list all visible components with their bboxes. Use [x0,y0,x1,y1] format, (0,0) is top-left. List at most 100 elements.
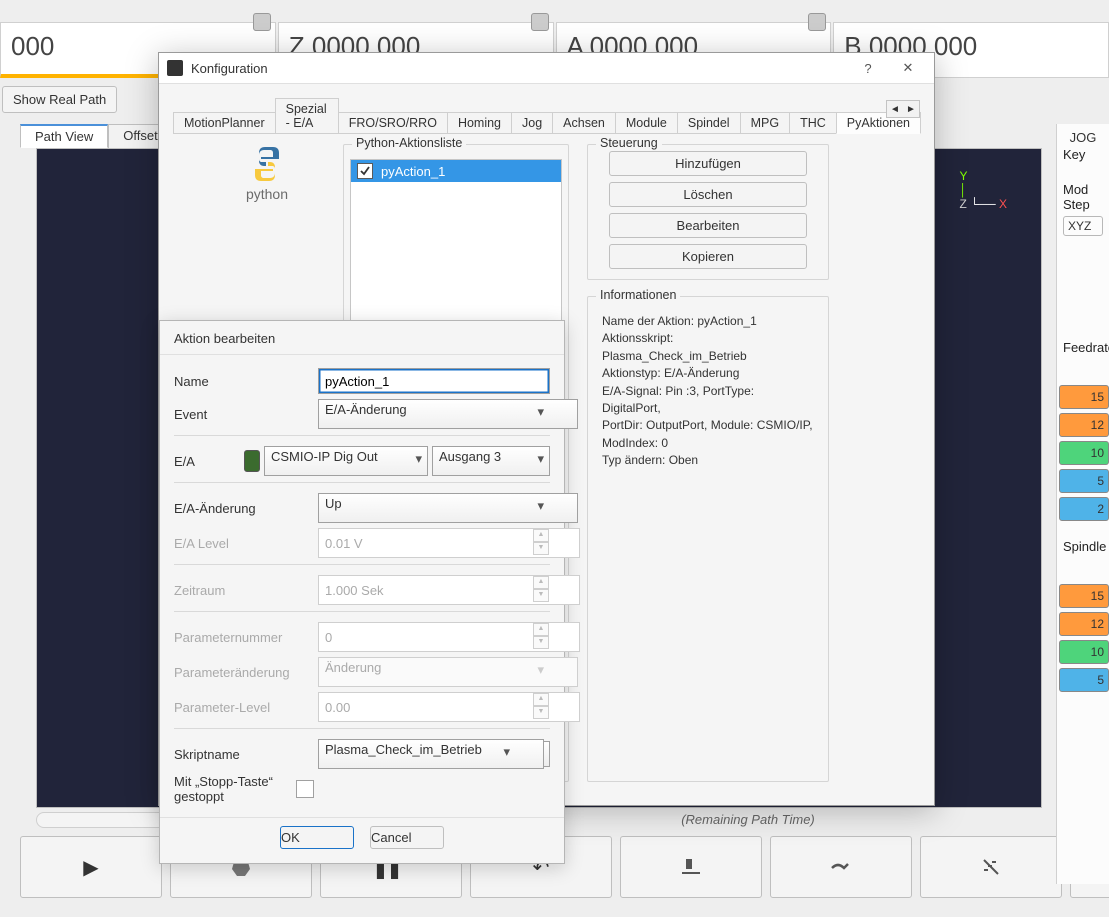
tab-thc[interactable]: THC [789,112,837,133]
chevron-left-icon[interactable]: ◄ [887,101,903,117]
ea-output-select[interactable]: Ausgang 3 [432,446,550,476]
tab-spindel[interactable]: Spindel [677,112,741,133]
chevron-right-icon[interactable]: ► [903,101,919,117]
tab-homing[interactable]: Homing [447,112,512,133]
pchg-select: Änderung [318,657,578,687]
close-button[interactable]: ✕ [888,53,928,83]
dro-knob-icon[interactable] [808,13,826,31]
edit-button[interactable]: Bearbeiten [609,213,807,238]
tab-fro-sro-rro[interactable]: FRO/SRO/RRO [338,112,448,133]
python-logo-icon: python [243,144,291,202]
spindle-chip[interactable]: 5 [1059,668,1109,692]
play-button[interactable]: ▶ [20,836,162,898]
tool-button-2[interactable] [770,836,912,898]
edit-dialog-title: Aktion bearbeiten [160,321,564,355]
plvl-field: ▲▼ [318,692,550,722]
tab-mpg[interactable]: MPG [740,112,790,133]
add-button[interactable]: Hinzufügen [609,151,807,176]
help-button[interactable]: ? [848,53,888,83]
edit-action-dialog: Aktion bearbeiten Name Event E/A-Änderun… [159,320,565,864]
jog-step-label: Step [1063,197,1109,212]
spin-down-icon: ▼ [533,542,549,555]
io-led-icon [244,450,260,472]
config-dialog: Konfiguration ? ✕ MotionPlanner Spezial … [158,52,935,806]
path-tabs: Path View Offsets [20,124,179,148]
spin-down-icon: ▼ [533,706,549,719]
spin-up-icon: ▲ [533,623,549,636]
stop-checkbox[interactable] [296,780,314,798]
feedrate-chip[interactable]: 15 [1059,385,1109,409]
jog-key-checkbox[interactable]: Key [1063,147,1109,162]
feedrate-chip[interactable]: 5 [1059,469,1109,493]
stop-label: Mit „Stopp-Taste“ gestoppt [174,774,288,804]
spin-down-icon: ▼ [533,589,549,602]
checkbox[interactable] [357,163,373,179]
ok-button[interactable]: OK [280,826,354,849]
info-group: Informationen Name der Aktion: pyAction_… [587,296,829,782]
jog-mode-label: Mod [1063,182,1109,197]
feedrate-chips: 15 12 10 5 2 [1057,381,1109,527]
dialog-titlebar[interactable]: Konfiguration ? ✕ [159,53,934,84]
list-item[interactable]: pyAction_1 [351,160,561,182]
tab-achsen[interactable]: Achsen [552,112,616,133]
ealevel-label: E/A Level [174,536,310,551]
spin-up-icon: ▲ [533,576,549,589]
delete-button[interactable]: Löschen [609,182,807,207]
jog-xyz-select[interactable]: XYZ [1063,216,1103,236]
name-input[interactable] [318,368,550,394]
tool-button-1[interactable] [620,836,762,898]
info-label: Informationen [596,288,680,302]
control-group: Steuerung Hinzufügen Löschen Bearbeiten … [587,144,829,280]
event-select[interactable]: E/A-Änderung [318,399,578,429]
axis-indicator-icon: Y│ Z └── X [959,169,1007,211]
feedrate-chip[interactable]: 10 [1059,441,1109,465]
action-list-label: Python-Aktionsliste [352,136,466,150]
script-label: Skriptname [174,747,310,762]
pchg-label: Parameteränderung [174,665,310,680]
eachange-select[interactable]: Up [318,493,578,523]
pnum-field: ▲▼ [318,622,550,652]
pnum-label: Parameternummer [174,630,310,645]
tab-module[interactable]: Module [615,112,678,133]
tab-motionplanner[interactable]: MotionPlanner [173,112,276,133]
copy-button[interactable]: Kopieren [609,244,807,269]
spin-down-icon: ▼ [533,636,549,649]
dro-knob-icon[interactable] [531,13,549,31]
show-real-path-button[interactable]: Show Real Path [2,86,117,113]
tab-path-view[interactable]: Path View [20,124,108,148]
control-label: Steuerung [596,136,662,150]
ea-label: E/A [174,454,236,469]
spindle-chip[interactable]: 15 [1059,584,1109,608]
plvl-label: Parameter-Level [174,700,310,715]
tab-jog[interactable]: Jog [511,112,553,133]
period-field: ▲▼ [318,575,550,605]
ea-device-select[interactable]: CSMIO-IP Dig Out [264,446,428,476]
tab-scroll[interactable]: ◄► [886,100,920,118]
eachange-label: E/A-Änderung [174,501,310,516]
tab-spezial-ea[interactable]: Spezial - E/A [275,98,339,133]
jog-panel: JOG Key Mod Step XYZ Feedrate 15 12 10 5… [1056,124,1109,884]
feedrate-chip[interactable]: 2 [1059,497,1109,521]
name-label: Name [174,374,310,389]
spindle-heading: Spindle [1063,539,1109,554]
spindle-chip[interactable]: 12 [1059,612,1109,636]
spin-up-icon: ▲ [533,529,549,542]
feedrate-heading: Feedrate [1063,340,1109,355]
tool-button-3[interactable] [920,836,1062,898]
ealevel-field: ▲▼ [318,528,550,558]
dro-knob-icon[interactable] [253,13,271,31]
event-label: Event [174,407,310,422]
info-body: Name der Aktion: pyAction_1 Aktionsskrip… [588,297,828,486]
spindle-chip[interactable]: 10 [1059,640,1109,664]
dialog-tabbar: MotionPlanner Spezial - E/A FRO/SRO/RRO … [173,98,920,134]
spindle-chips: 15 12 10 5 [1057,580,1109,698]
period-label: Zeitraum [174,583,310,598]
app-icon [167,60,183,76]
list-item-label: pyAction_1 [381,164,445,179]
spin-up-icon: ▲ [533,693,549,706]
script-select[interactable]: Plasma_Check_im_Betrieb [318,739,544,769]
cancel-button[interactable]: Cancel [370,826,444,849]
feedrate-chip[interactable]: 12 [1059,413,1109,437]
jog-heading: JOG [1057,130,1109,145]
dialog-title: Konfiguration [191,61,848,76]
